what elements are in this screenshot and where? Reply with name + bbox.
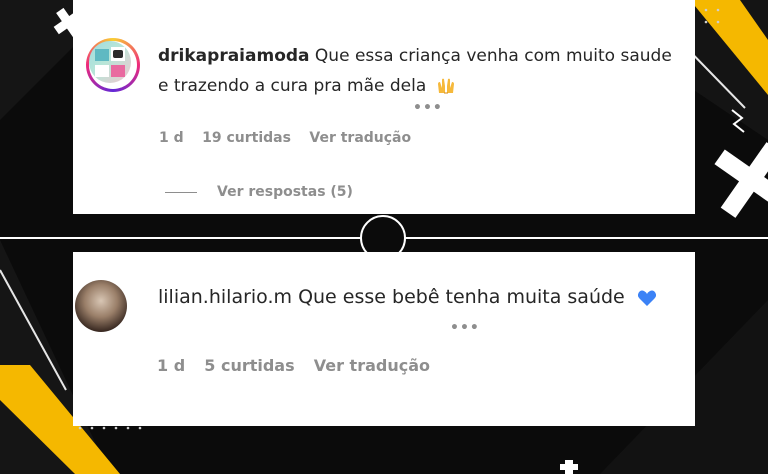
comment-username[interactable]: drikapraiamoda: [158, 46, 310, 66]
more-options-icon[interactable]: •••: [450, 320, 480, 336]
comment-text: Que esse bebê tenha muita saúde: [298, 286, 625, 308]
avatar[interactable]: [75, 280, 127, 332]
blue-heart-icon: [637, 290, 656, 306]
comment-meta: 1 d 19 curtidas Ver tradução: [159, 130, 425, 146]
replies-line: [165, 191, 197, 193]
comment-body: drikapraiamoda Que essa criança venha co…: [158, 41, 686, 101]
translate-link[interactable]: Ver tradução: [314, 356, 430, 375]
comment-card: [73, 252, 695, 426]
view-replies-label: Ver respostas (5): [217, 184, 353, 200]
likes-count[interactable]: 5 curtidas: [204, 356, 294, 375]
comment-card: [73, 0, 695, 214]
comment-time: 1 d: [159, 130, 184, 146]
view-replies-button[interactable]: Ver respostas (5): [165, 184, 353, 200]
translate-link[interactable]: Ver tradução: [309, 130, 411, 146]
comment-time: 1 d: [157, 356, 186, 375]
likes-count[interactable]: 19 curtidas: [202, 130, 291, 146]
comment-body: lilian.hilario.m Que esse bebê tenha mui…: [158, 282, 657, 312]
comment-username[interactable]: lilian.hilario.m: [158, 286, 292, 308]
more-options-icon[interactable]: •••: [413, 100, 443, 116]
raising-hands-icon: [437, 78, 454, 94]
avatar[interactable]: [86, 38, 140, 92]
comment-meta: 1 d 5 curtidas Ver tradução: [157, 356, 444, 375]
